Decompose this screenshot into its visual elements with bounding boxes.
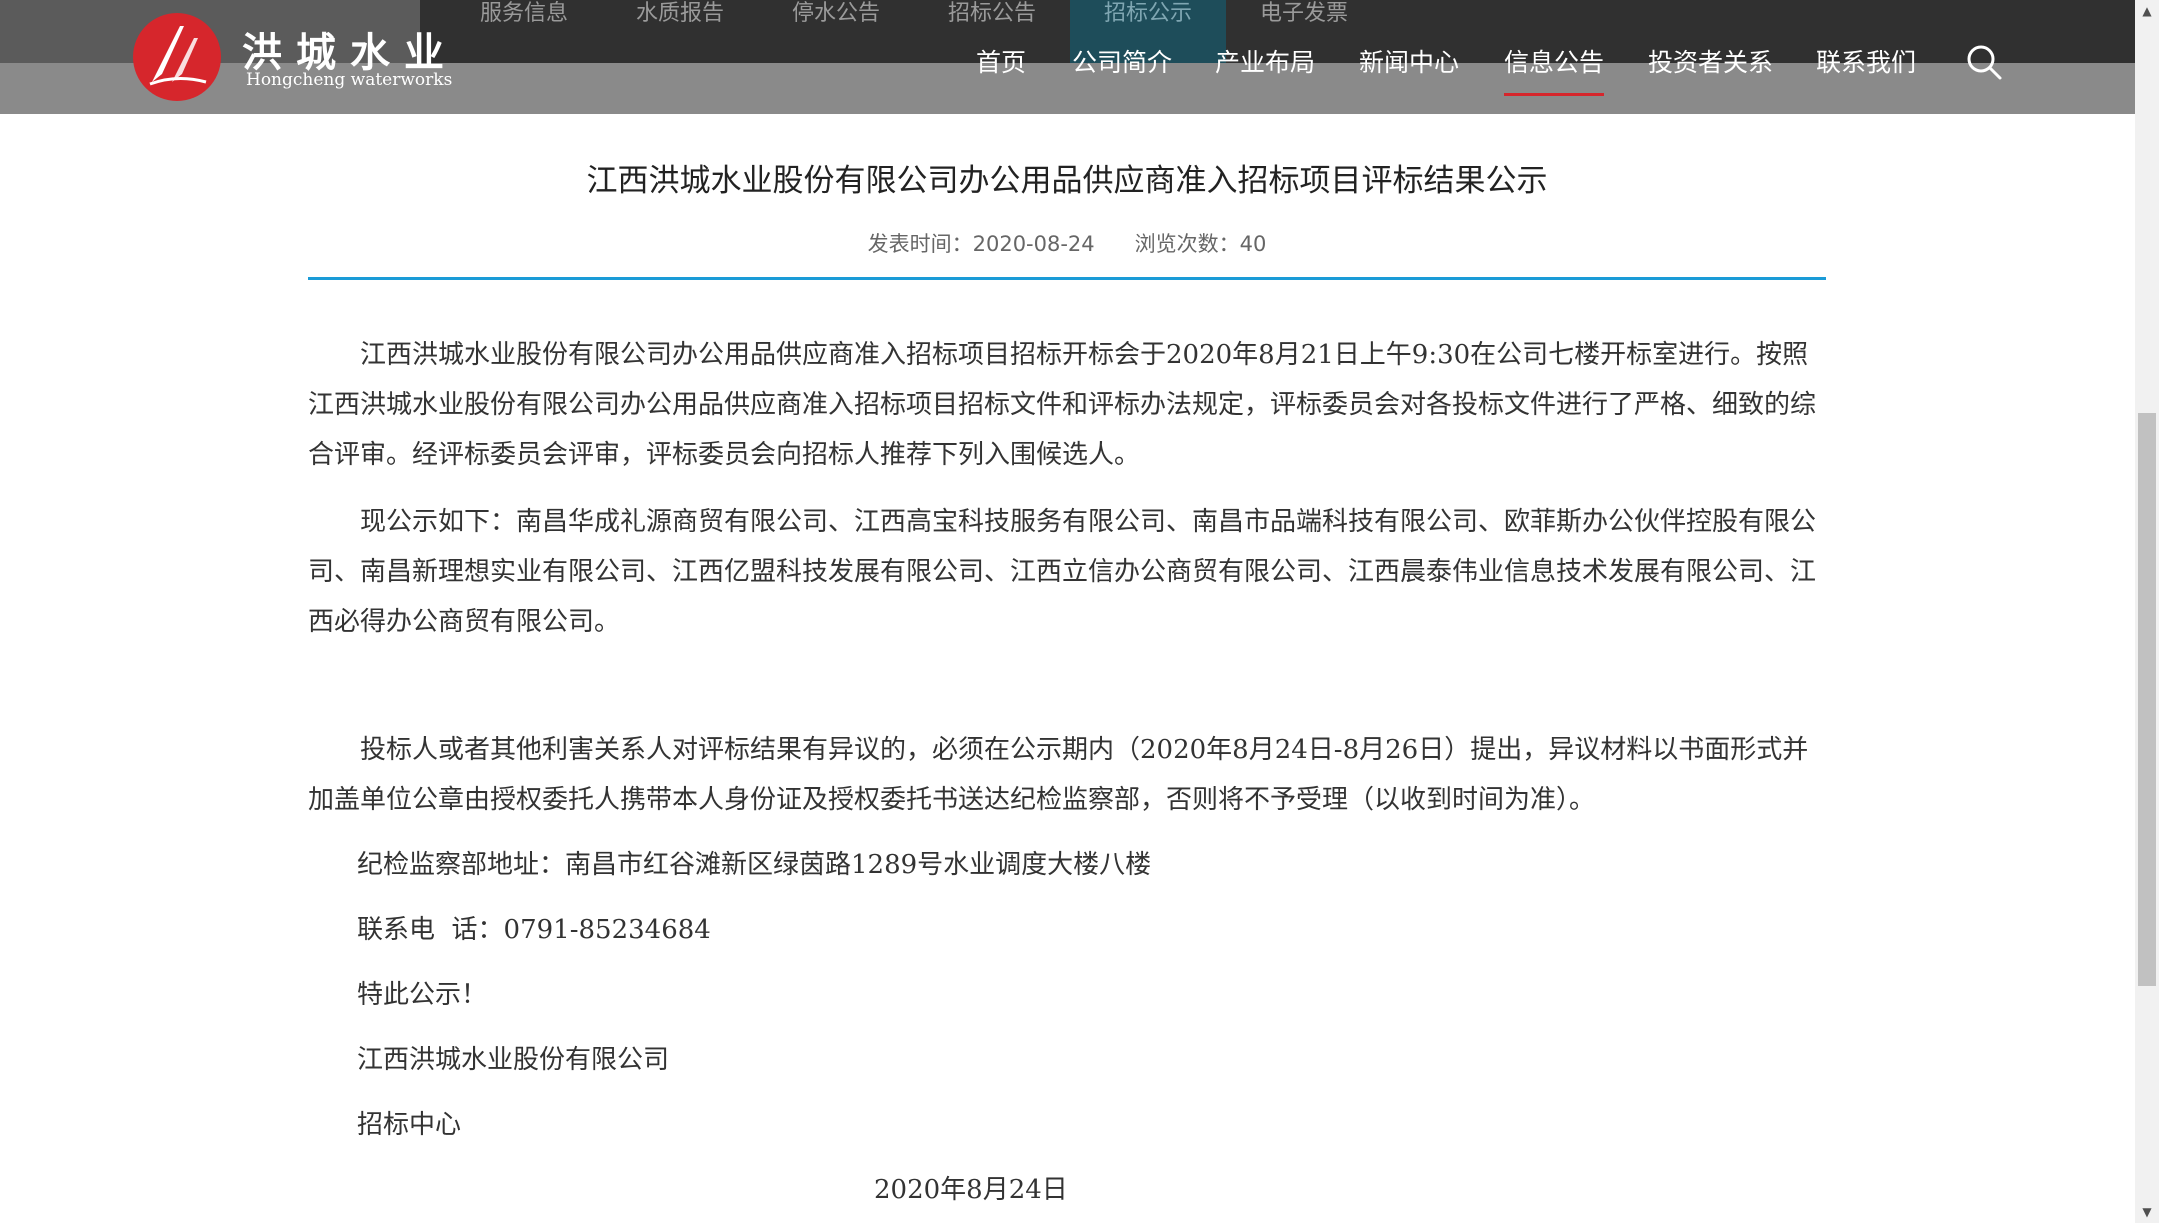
- publish-date: 2020-08-24: [972, 232, 1095, 256]
- nav-contact[interactable]: 联系我们: [1816, 46, 1916, 80]
- views-label: 浏览次数：: [1134, 232, 1240, 256]
- article-paragraph-2: 现公示如下：南昌华成礼源商贸有限公司、江西高宝科技服务有限公司、南昌市品端科技有…: [308, 497, 1828, 647]
- date-line: 2020年8月24日: [874, 1175, 1068, 1205]
- subnav-item-water-quality[interactable]: 水质报告: [602, 0, 758, 63]
- search-icon[interactable]: [1964, 42, 2004, 82]
- site-logo[interactable]: 洪城水业 Hongcheng waterworks: [132, 12, 462, 101]
- department-line: 招标中心: [357, 1110, 462, 1140]
- scroll-up-icon[interactable]: ▲: [2135, 0, 2159, 22]
- article-paragraph-3: 投标人或者其他利害关系人对评标结果有异议的，必须在公示期内（2020年8月24日…: [308, 725, 1828, 825]
- scroll-thumb[interactable]: [2138, 413, 2156, 986]
- article-paragraph-1: 江西洪城水业股份有限公司办公用品供应商准入招标项目招标开标会于2020年8月21…: [308, 330, 1828, 480]
- nav-about[interactable]: 公司简介: [1072, 46, 1172, 80]
- nav-announcements[interactable]: 信息公告: [1504, 46, 1605, 96]
- article-meta: 发表时间：2020-08-24 浏览次数：40: [308, 228, 1826, 258]
- nav-industry[interactable]: 产业布局: [1215, 46, 1315, 80]
- nav-home[interactable]: 首页: [976, 46, 1026, 80]
- views-count: 40: [1239, 232, 1267, 256]
- address-line: 纪检监察部地址：南昌市红谷滩新区绿茵路1289号水业调度大楼八楼: [357, 850, 1152, 880]
- article-title: 江西洪城水业股份有限公司办公用品供应商准入招标项目评标结果公示: [586, 163, 1548, 199]
- phone-line: 联系电 话：0791-85234684: [357, 915, 711, 945]
- nav-investors[interactable]: 投资者关系: [1648, 46, 1773, 80]
- logo-mark-icon: [133, 13, 221, 101]
- nav-news[interactable]: 新闻中心: [1359, 46, 1459, 80]
- publish-label: 发表时间：: [867, 232, 973, 256]
- logo-name-en: Hongcheng waterworks: [246, 70, 453, 90]
- closing-line: 特此公示！: [357, 980, 488, 1010]
- paragraph-text: 投标人或者其他利害关系人对评标结果有异议的，必须在公示期内（2020年8月24日…: [308, 735, 1809, 815]
- site-header: 服务信息 水质报告 停水公告 招标公告 招标公示 电子发票 洪城水业 Hongc…: [0, 0, 2135, 114]
- scroll-down-icon[interactable]: ▼: [2135, 1201, 2159, 1223]
- subnav-item-service-info[interactable]: 服务信息: [446, 0, 602, 63]
- paragraph-text: 江西洪城水业股份有限公司办公用品供应商准入招标项目招标开标会于2020年8月21…: [308, 340, 1817, 470]
- title-divider: [308, 277, 1826, 280]
- subnav-item-outage-notice[interactable]: 停水公告: [758, 0, 914, 63]
- page: 服务信息 水质报告 停水公告 招标公告 招标公示 电子发票 洪城水业 Hongc…: [0, 0, 2159, 1223]
- page-scrollbar[interactable]: ▲ ▼: [2135, 0, 2159, 1223]
- paragraph-text: 现公示如下：南昌华成礼源商贸有限公司、江西高宝科技服务有限公司、南昌市品端科技有…: [308, 507, 1817, 637]
- company-line: 江西洪城水业股份有限公司: [357, 1045, 670, 1075]
